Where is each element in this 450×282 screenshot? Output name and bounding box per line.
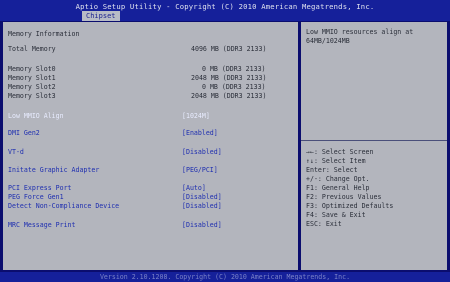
option-value[interactable]: [Disabled] bbox=[182, 193, 222, 202]
footer-bar: Version 2.10.1208. Copyright (C) 2010 Am… bbox=[0, 272, 450, 282]
help-text-line: 64MB/1024MB bbox=[306, 37, 350, 45]
version-text: Version 2.10.1208. Copyright (C) 2010 Am… bbox=[99, 273, 351, 281]
key-hint-select-item: ↑↓: Select Item bbox=[306, 157, 366, 165]
key-hint-previous-values: F2: Previous Values bbox=[306, 193, 382, 201]
option-value[interactable]: [1024M] bbox=[182, 112, 210, 121]
option-value[interactable]: [Enabled] bbox=[182, 129, 218, 138]
key-hint-enter: Enter: Select bbox=[306, 166, 358, 174]
option-value[interactable]: [Disabled] bbox=[182, 202, 222, 211]
option-label: Initate Graphic Adapter bbox=[8, 166, 100, 174]
option-label: VT-d bbox=[8, 148, 24, 156]
help-text-line: Low MMIO resources align at bbox=[306, 28, 414, 36]
key-hint-general-help: F1: General Help bbox=[306, 184, 370, 192]
settings-panel: Memory Information Total Memory 4096 MB … bbox=[3, 22, 298, 270]
key-hint-save-exit: F4: Save & Exit bbox=[306, 211, 366, 219]
option-value[interactable]: [Disabled] bbox=[182, 148, 222, 157]
option-label: Detect Non-Compliance Device bbox=[8, 202, 120, 210]
key-hint-optimized-defaults: F3: Optimized Defaults bbox=[306, 202, 394, 210]
option-label: PEG Force Gen1 bbox=[8, 193, 64, 201]
option-value[interactable]: [Auto] bbox=[182, 184, 206, 193]
key-hint-change-opt: +/-: Change Opt. bbox=[306, 175, 370, 183]
option-label: DMI Gen2 bbox=[8, 129, 40, 137]
memory-slot-label: Memory Slot1 bbox=[8, 74, 56, 82]
option-value[interactable]: [PEG/PCI] bbox=[182, 166, 218, 175]
tab-chipset[interactable]: Chipset bbox=[82, 11, 120, 21]
option-label: MRC Message Print bbox=[8, 221, 76, 229]
key-hint-select-screen: →←: Select Screen bbox=[306, 148, 374, 156]
key-hint-exit: ESC: Exit bbox=[306, 220, 342, 228]
memory-slot-label: Memory Slot0 bbox=[8, 65, 56, 73]
title-bar: Aptio Setup Utility - Copyright (C) 2010… bbox=[0, 0, 450, 21]
help-panel: Low MMIO resources align at 64MB/1024MB … bbox=[301, 22, 447, 270]
total-memory-label: Total Memory bbox=[8, 45, 56, 53]
memory-slot-label: Memory Slot2 bbox=[8, 83, 56, 91]
memory-slot-label: Memory Slot3 bbox=[8, 92, 56, 100]
memory-slot-value: 2048 MB (DDR3 2133) bbox=[191, 74, 267, 82]
total-memory-value: 4096 MB (DDR3 2133) bbox=[191, 45, 267, 53]
memory-slot-value: 0 MB (DDR3 2133) bbox=[202, 65, 266, 73]
option-value[interactable]: [Disabled] bbox=[182, 221, 222, 230]
memory-slot-value: 0 MB (DDR3 2133) bbox=[202, 83, 266, 91]
option-label: PCI Express Port bbox=[8, 184, 72, 192]
option-label: Low MMIO Align bbox=[8, 112, 64, 120]
app-title: Aptio Setup Utility - Copyright (C) 2010… bbox=[75, 2, 375, 11]
memory-slot-value: 2048 MB (DDR3 2133) bbox=[191, 92, 267, 100]
help-divider bbox=[301, 140, 447, 141]
